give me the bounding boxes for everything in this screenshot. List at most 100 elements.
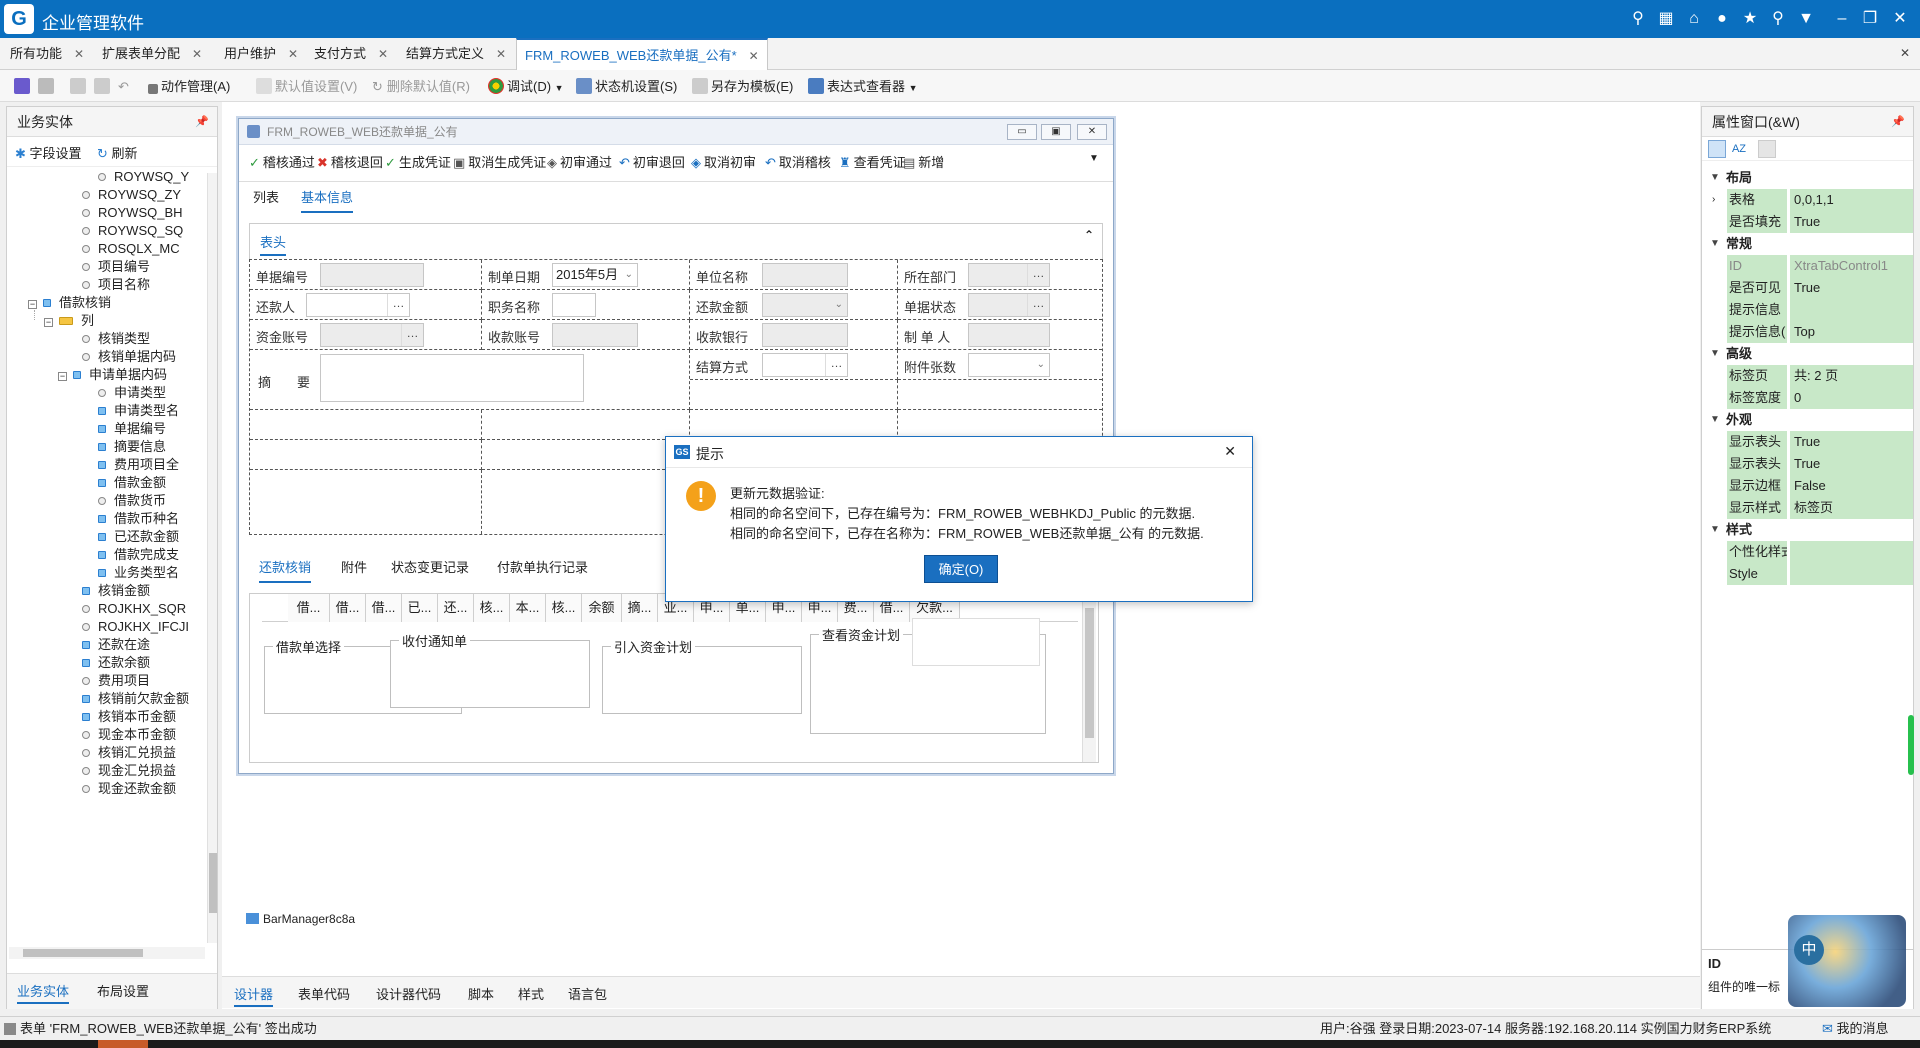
close-icon[interactable]: ✕ <box>496 47 506 61</box>
chevron-down-icon[interactable]: ▼ <box>1089 153 1099 164</box>
property-value[interactable] <box>1790 541 1913 563</box>
tab-style[interactable]: 样式 <box>518 983 544 1007</box>
chevron-down-icon[interactable]: ▼ <box>1710 409 1720 431</box>
action-management-button[interactable]: 动作管理(A) <box>148 77 230 97</box>
close-icon[interactable]: ✕ <box>1077 124 1107 140</box>
expression-viewer-button[interactable]: 表达式查看器 ▼ <box>808 77 918 97</box>
status-field[interactable]: … <box>968 293 1050 317</box>
close-icon[interactable]: ✕ <box>74 47 84 61</box>
property-value[interactable] <box>1790 563 1913 585</box>
tab-frm-roweb[interactable]: FRM_ROWEB_WEB还款单据_公有* ✕ <box>516 38 768 70</box>
chevron-right-icon[interactable]: › <box>1712 189 1715 211</box>
sort-az-icon[interactable]: AZ <box>1730 140 1748 158</box>
property-value[interactable]: XtraTabControl1 <box>1790 255 1913 277</box>
tab-designer-code[interactable]: 设计器代码 <box>376 983 441 1007</box>
ellipsis-icon[interactable]: … <box>825 354 847 376</box>
close-all-icon[interactable]: ✕ <box>1900 46 1910 60</box>
property-row[interactable]: 显示表头 True <box>1702 431 1913 453</box>
property-row[interactable]: 显示表头 True <box>1702 453 1913 475</box>
property-row[interactable]: 显示样式 标签页 <box>1702 497 1913 519</box>
tree-horizontal-scrollbar[interactable] <box>9 947 205 959</box>
receipt-notice-group[interactable]: 收付通知单 <box>390 631 590 708</box>
minimize-icon[interactable]: – <box>1832 9 1852 29</box>
collapse-toggle-icon[interactable]: − <box>58 372 67 381</box>
property-category[interactable]: ▼ 常规 <box>1702 233 1913 255</box>
property-row[interactable]: 标签宽度 0 <box>1702 387 1913 409</box>
save-all-icon[interactable] <box>38 77 57 97</box>
pin-icon[interactable]: 📌 <box>1891 107 1905 137</box>
user-icon[interactable]: ● <box>1712 9 1732 29</box>
cancel-audit-button[interactable]: ↶ 取消稽核 <box>765 153 831 173</box>
cancel-first-button[interactable]: ◈ 取消初审 <box>691 153 756 173</box>
property-value[interactable]: True <box>1790 277 1913 299</box>
refresh-button[interactable]: ↻ 刷新 <box>97 143 138 162</box>
attach-field[interactable]: ⌄ <box>968 353 1050 377</box>
property-row[interactable]: 显示边框 False <box>1702 475 1913 497</box>
pin-icon[interactable]: 📌 <box>195 107 209 137</box>
first-return-button[interactable]: ↶ 初审退回 <box>619 153 685 173</box>
voucher-button[interactable]: ✓ 生成凭证 <box>385 153 451 173</box>
chevron-down-icon[interactable]: ▼ <box>1710 519 1720 541</box>
collapse-icon[interactable]: ⌃ <box>1084 228 1094 242</box>
property-row[interactable]: › 表格 0,0,1,1 <box>1702 189 1913 211</box>
settle-field[interactable]: … <box>762 353 848 377</box>
collapse-toggle-icon[interactable]: − <box>28 300 37 309</box>
grid-column-header[interactable]: 核... <box>474 594 510 622</box>
tab-language-pack[interactable]: 语言包 <box>568 983 607 1007</box>
tab-layout-settings[interactable]: 布局设置 <box>97 980 149 1004</box>
chevron-down-icon[interactable]: ▼ <box>1710 233 1720 255</box>
save-icon[interactable] <box>14 77 33 97</box>
tab-extended-form[interactable]: 扩展表单分配 ✕ <box>94 38 210 70</box>
grid-column-header[interactable]: 核... <box>546 594 582 622</box>
view-voucher-button[interactable]: ♜ 查看凭证 <box>839 153 906 173</box>
maker-field[interactable] <box>968 323 1050 347</box>
minimize-icon[interactable]: ▭ <box>1007 124 1037 140</box>
grid-column-header[interactable]: 已... <box>402 594 438 622</box>
close-icon[interactable]: ✕ <box>378 47 388 61</box>
undo-icon[interactable]: ↶ <box>118 77 129 97</box>
key-icon[interactable]: ⚲ <box>1768 9 1788 29</box>
recv-account-field[interactable] <box>552 323 638 347</box>
tab-designer[interactable]: 设计器 <box>234 983 274 1007</box>
taskbar-app[interactable] <box>98 1040 148 1048</box>
grid-column-header[interactable]: 还... <box>438 594 474 622</box>
grid-column-header[interactable]: 余额 <box>582 594 622 622</box>
cancel-voucher-button[interactable]: ▣ 取消生成凭证 <box>453 153 546 173</box>
property-value[interactable]: 标签页 <box>1790 497 1913 519</box>
default-value-button[interactable]: 默认值设置(V) <box>256 77 357 97</box>
tab-settlement-method[interactable]: 结算方式定义 ✕ <box>398 38 514 70</box>
tab-attachment[interactable]: 附件 <box>341 553 367 583</box>
dept-field[interactable]: … <box>968 263 1050 287</box>
doc-no-field[interactable] <box>320 263 424 287</box>
collapse-toggle-icon[interactable]: − <box>44 318 53 327</box>
grid-column-header[interactable]: 借... <box>330 594 366 622</box>
grid-column-header[interactable]: 本... <box>510 594 546 622</box>
property-row[interactable]: 提示信息(Top <box>1702 321 1913 343</box>
position-field[interactable] <box>552 293 596 317</box>
property-row[interactable]: 标签页 共: 2 页 <box>1702 365 1913 387</box>
grid-column-header[interactable]: 摘... <box>622 594 658 622</box>
tree-node[interactable]: 现金还款金额 <box>82 778 176 800</box>
property-value[interactable]: True <box>1790 211 1913 233</box>
close-icon[interactable]: ✕ <box>1224 443 1236 460</box>
close-icon[interactable]: ✕ <box>749 49 759 63</box>
ellipsis-icon[interactable]: … <box>387 294 409 316</box>
grid-scrollbar[interactable] <box>1082 594 1096 762</box>
field-settings-button[interactable]: ✱ 字段设置 <box>15 143 82 162</box>
section-title[interactable]: 表头 <box>260 230 287 256</box>
unit-field[interactable] <box>762 263 848 287</box>
grid-column-header[interactable]: 借... <box>288 594 330 622</box>
star-icon[interactable]: ★ <box>1740 9 1760 29</box>
bar-manager[interactable]: BarManager8c8a <box>246 912 355 926</box>
my-messages-link[interactable]: ✉ 我的消息 <box>1822 1017 1889 1041</box>
delete-default-button[interactable]: ↻ 删除默认值(R) <box>372 77 470 97</box>
tab-business-entity[interactable]: 业务实体 <box>17 980 70 1004</box>
tab-repay-verify[interactable]: 还款核销 <box>259 553 312 583</box>
ime-icon[interactable]: 中 <box>1794 935 1824 965</box>
unlock-icon[interactable] <box>94 77 113 97</box>
fund-account-field[interactable]: … <box>320 323 424 347</box>
save-as-template-button[interactable]: 另存为模板(E) <box>692 77 793 97</box>
property-value[interactable]: True <box>1790 453 1913 475</box>
property-value[interactable]: 共: 2 页 <box>1790 365 1913 387</box>
property-value[interactable]: Top <box>1790 321 1913 343</box>
